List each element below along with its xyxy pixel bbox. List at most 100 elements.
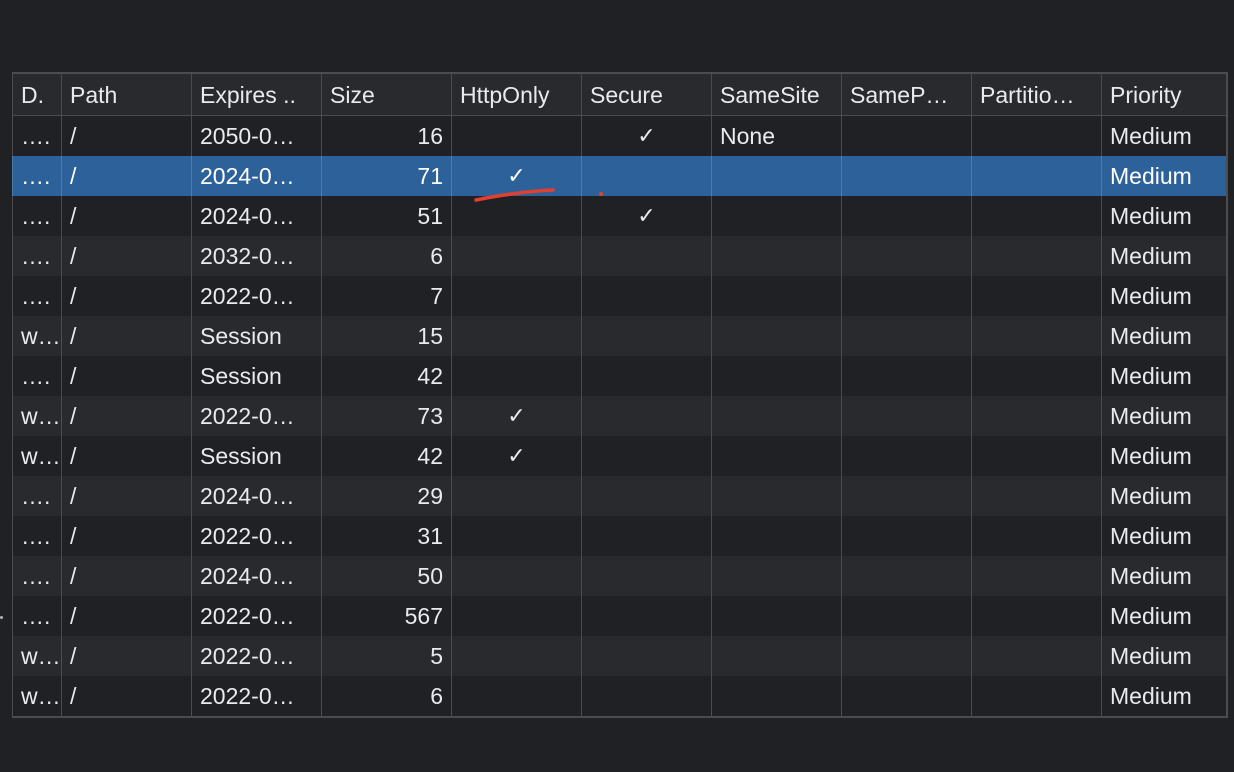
cell-samesite	[711, 516, 841, 556]
cell-httponly	[451, 276, 581, 316]
table-row[interactable]: w…/2022-0… 5 Medium	[12, 636, 1226, 676]
cell-domain: w…	[12, 316, 61, 356]
column-header-secure[interactable]: Secure	[581, 74, 711, 115]
column-header-samesite[interactable]: SameSite	[711, 74, 841, 115]
cell-expires: 2050-0…	[191, 116, 321, 156]
table-header-row: D. Path Expires .. Size HttpOnly Secure …	[12, 74, 1226, 116]
cell-size: 42	[321, 436, 451, 476]
cell-path: /	[61, 556, 191, 596]
cell-secure: ✓	[581, 196, 711, 236]
cell-expires: 2022-0…	[191, 636, 321, 676]
cell-secure: ✓	[581, 116, 711, 156]
cell-priority: Medium	[1101, 396, 1226, 436]
cell-sameparty	[841, 156, 971, 196]
cell-priority: Medium	[1101, 636, 1226, 676]
cell-samesite	[711, 156, 841, 196]
cell-sameparty	[841, 636, 971, 676]
cell-samesite	[711, 196, 841, 236]
cell-partition-key	[971, 276, 1101, 316]
cell-samesite	[711, 236, 841, 276]
cell-expires: 2024-0…	[191, 476, 321, 516]
column-header-partition-key[interactable]: Partitio…	[971, 74, 1101, 115]
column-header-httponly[interactable]: HttpOnly	[451, 74, 581, 115]
cell-path: /	[61, 596, 191, 636]
table-row[interactable]: …./2024-0… 50 Medium	[12, 556, 1226, 596]
cell-httponly	[451, 116, 581, 156]
cell-samesite	[711, 356, 841, 396]
table-row[interactable]: w… / Session 42 ✓ Medium	[12, 436, 1226, 476]
cell-path: /	[61, 636, 191, 676]
cell-sameparty	[841, 276, 971, 316]
cell-domain: w…	[12, 636, 61, 676]
cell-expires: Session	[191, 356, 321, 396]
cell-sameparty	[841, 356, 971, 396]
cell-secure	[581, 436, 711, 476]
cell-priority: Medium	[1101, 156, 1226, 196]
table-row[interactable]: …./2022-0… 567 Medium	[12, 596, 1226, 636]
column-header-size[interactable]: Size	[321, 74, 451, 115]
cell-partition-key	[971, 116, 1101, 156]
cell-priority: Medium	[1101, 516, 1226, 556]
cell-domain: ….	[12, 116, 61, 156]
cell-priority: Medium	[1101, 356, 1226, 396]
cell-priority: Medium	[1101, 116, 1226, 156]
column-header-priority[interactable]: Priority	[1101, 74, 1226, 115]
cell-partition-key	[971, 556, 1101, 596]
cell-priority: Medium	[1101, 236, 1226, 276]
column-header-expires[interactable]: Expires ..	[191, 74, 321, 115]
cell-secure	[581, 596, 711, 636]
table-row[interactable]: w…/2022-0… 6 Medium	[12, 676, 1226, 716]
cell-size: 31	[321, 516, 451, 556]
cell-httponly	[451, 676, 581, 716]
cell-secure	[581, 676, 711, 716]
cell-expires: 2022-0…	[191, 276, 321, 316]
cell-partition-key	[971, 436, 1101, 476]
table-row[interactable]: …./2022-0… 31 Medium	[12, 516, 1226, 556]
cell-priority: Medium	[1101, 436, 1226, 476]
table-row[interactable]: w…/2022-0… 73 ✓ Medium	[12, 396, 1226, 436]
column-header-path[interactable]: Path	[61, 74, 191, 115]
table-row[interactable]: …. / Session 42 Medium	[12, 356, 1226, 396]
cell-samesite: None	[711, 116, 841, 156]
cell-expires: 2022-0…	[191, 596, 321, 636]
cell-secure	[581, 516, 711, 556]
cell-path: /	[61, 236, 191, 276]
table-row[interactable]: …./2050-0… 16 ✓ None Medium	[12, 116, 1226, 156]
cell-expires: 2022-0…	[191, 516, 321, 556]
cell-domain: ….	[12, 236, 61, 276]
cell-samesite	[711, 596, 841, 636]
table-row-selected[interactable]: …./2024-0… 71 ✓ Medium	[12, 156, 1226, 196]
cell-size: 29	[321, 476, 451, 516]
cell-sameparty	[841, 436, 971, 476]
cell-partition-key	[971, 636, 1101, 676]
table-row[interactable]: …./2032-0… 6 Medium	[12, 236, 1226, 276]
cell-priority: Medium	[1101, 596, 1226, 636]
cell-partition-key	[971, 476, 1101, 516]
cell-sameparty	[841, 516, 971, 556]
column-header-domain[interactable]: D.	[12, 74, 61, 115]
cell-expires: 2024-0…	[191, 556, 321, 596]
cell-expires: 2032-0…	[191, 236, 321, 276]
table-row[interactable]: …./2024-0… 29 Medium	[12, 476, 1226, 516]
cell-priority: Medium	[1101, 676, 1226, 716]
cell-sameparty	[841, 236, 971, 276]
cell-path: /	[61, 356, 191, 396]
cell-size: 16	[321, 116, 451, 156]
cell-expires: 2024-0…	[191, 196, 321, 236]
cell-priority: Medium	[1101, 476, 1226, 516]
cell-path: /	[61, 436, 191, 476]
cell-expires: 2024-0…	[191, 156, 321, 196]
cell-domain: w…	[12, 396, 61, 436]
cell-samesite	[711, 316, 841, 356]
cell-secure	[581, 276, 711, 316]
cell-httponly	[451, 356, 581, 396]
table-row[interactable]: …./2022-0… 7 Medium	[12, 276, 1226, 316]
cell-samesite	[711, 556, 841, 596]
cell-partition-key	[971, 236, 1101, 276]
cell-secure	[581, 316, 711, 356]
table-row[interactable]: …./2024-0… 51 ✓ Medium	[12, 196, 1226, 236]
column-header-sameparty[interactable]: SameP…	[841, 74, 971, 115]
table-row[interactable]: w… / Session 15 Medium	[12, 316, 1226, 356]
cell-domain: ….	[12, 596, 61, 636]
cell-secure	[581, 476, 711, 516]
